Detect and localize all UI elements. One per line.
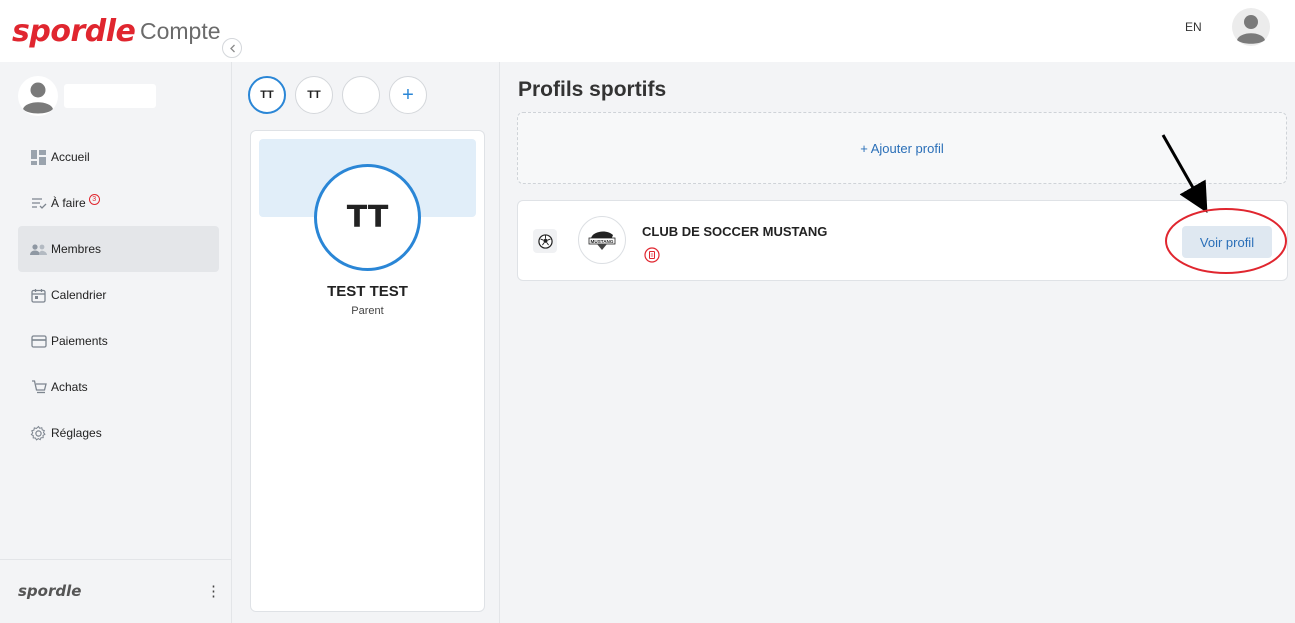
footer-logo: spordle <box>18 582 82 600</box>
collapse-sidebar-button[interactable] <box>222 38 242 58</box>
add-member-button[interactable]: + <box>389 76 427 114</box>
sidebar-item-membres[interactable]: Membres <box>18 226 219 272</box>
club-name: CLUB DE SOCCER MUSTANG <box>642 224 828 239</box>
document-warning-icon[interactable] <box>644 247 660 263</box>
add-profile-button[interactable]: + Ajouter profil <box>517 112 1287 184</box>
members-icon <box>30 241 47 258</box>
calendar-icon <box>30 287 47 304</box>
top-bar: spordle Compte EN <box>0 0 1295 62</box>
soccer-ball-icon <box>533 229 557 253</box>
member-chip[interactable]: TT <box>295 76 333 114</box>
sidebar-footer: spordle ⋮ <box>0 559 231 623</box>
sidebar-item-label: Membres <box>51 242 102 256</box>
sidebar-item-label: Paiements <box>51 334 108 348</box>
member-card: TT TEST TEST Parent <box>250 130 485 612</box>
todo-count-badge: 3 <box>88 193 100 205</box>
member-role: Parent <box>351 305 384 317</box>
sidebar-item-paiements[interactable]: Paiements <box>18 318 219 364</box>
sidebar-nav: Accueil À faire 3 Membres Calendrier Pai… <box>18 134 219 456</box>
view-profile-button[interactable]: Voir profil <box>1182 226 1272 258</box>
sidebar-item-label: Calendrier <box>51 288 107 302</box>
sidebar-item-accueil[interactable]: Accueil <box>18 134 219 180</box>
member-chip-empty[interactable] <box>342 76 380 114</box>
club-logo-text: MUSTANG <box>591 239 614 244</box>
account-avatar-icon[interactable] <box>18 76 58 116</box>
member-name: TEST TEST <box>327 283 408 300</box>
sidebar-item-calendrier[interactable]: Calendrier <box>18 272 219 318</box>
gear-icon <box>30 425 47 442</box>
page-section-title: Compte <box>140 18 221 44</box>
chevron-left-icon <box>229 44 235 52</box>
user-avatar-icon[interactable] <box>1232 8 1270 46</box>
dashboard-icon <box>30 149 47 166</box>
cart-icon <box>30 379 47 396</box>
checklist-icon <box>30 195 47 212</box>
sidebar-item-label: Réglages <box>51 426 102 440</box>
sidebar-item-achats[interactable]: Achats <box>18 364 219 410</box>
spordle-logo[interactable]: spordle <box>12 14 136 49</box>
language-toggle[interactable]: EN <box>1185 20 1202 34</box>
member-column: TT TT + TT TEST TEST Parent <box>232 62 500 623</box>
sidebar-item-a-faire[interactable]: À faire 3 <box>18 180 219 226</box>
account-name-placeholder <box>64 84 156 108</box>
club-logo: MUSTANG <box>578 216 626 264</box>
sidebar-item-label: À faire <box>51 196 86 210</box>
profile-card: MUSTANG CLUB DE SOCCER MUSTANG Voir prof… <box>517 200 1288 281</box>
sidebar-item-reglages[interactable]: Réglages <box>18 410 219 456</box>
sidebar-item-label: Achats <box>51 380 88 394</box>
member-chip[interactable]: TT <box>248 76 286 114</box>
more-options-icon[interactable]: ⋮ <box>206 582 221 600</box>
page-title: Profils sportifs <box>518 78 667 101</box>
credit-card-icon <box>30 333 47 350</box>
sidebar-item-label: Accueil <box>51 150 90 164</box>
member-avatar: TT <box>314 164 421 271</box>
main-content: Profils sportifs + Ajouter profil MUSTAN… <box>500 62 1295 623</box>
sidebar: Accueil À faire 3 Membres Calendrier Pai… <box>0 62 232 623</box>
